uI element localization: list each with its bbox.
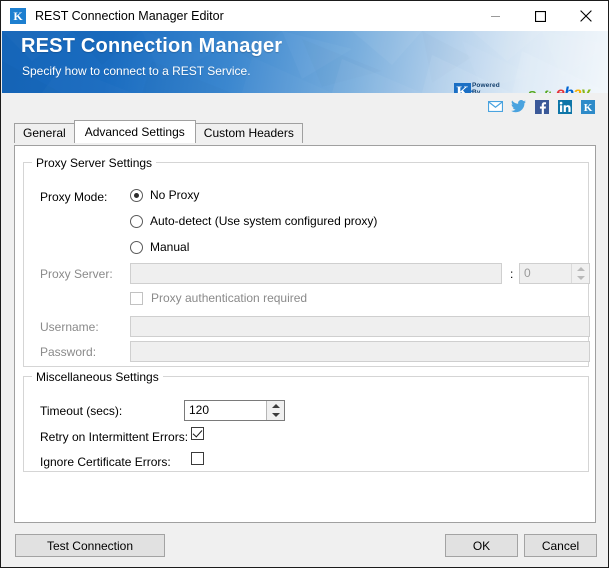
port-separator: :: [510, 267, 514, 281]
cancel-button[interactable]: Cancel: [524, 534, 597, 557]
email-icon[interactable]: [488, 99, 503, 114]
banner-subtitle: Specify how to connect to a REST Service…: [22, 64, 251, 78]
radio-auto-detect-indicator[interactable]: [130, 214, 143, 228]
twitter-icon[interactable]: [511, 99, 526, 114]
chevron-down-icon: [576, 276, 585, 281]
tab-advanced-settings[interactable]: Advanced Settings: [73, 120, 196, 143]
proxy-mode-label: Proxy Mode:: [40, 190, 108, 204]
kingswaysoft-k-mark: K: [454, 82, 471, 93]
rest-connection-manager-editor-window: K REST Connection Manager Editor REST Co…: [0, 0, 609, 568]
ignore-certificate-errors-checkbox-row[interactable]: [191, 452, 204, 465]
proxy-port-increment-button[interactable]: [572, 264, 589, 274]
timeout-spinner[interactable]: 120: [184, 400, 285, 421]
proxy-port-value[interactable]: 0: [520, 264, 571, 283]
minimize-button[interactable]: [473, 1, 518, 31]
timeout-decrement-button[interactable]: [267, 410, 284, 420]
proxy-server-input[interactable]: [130, 263, 502, 284]
proxy-server-settings-title: Proxy Server Settings: [32, 156, 157, 170]
linkedin-icon[interactable]: [557, 99, 572, 114]
banner-title: REST Connection Manager: [21, 35, 283, 57]
tab-strip: General Advanced Settings Custom Headers: [14, 120, 303, 143]
proxy-password-label: Password:: [40, 345, 97, 359]
close-icon: [579, 10, 592, 22]
title-bar: K REST Connection Manager Editor: [1, 1, 608, 31]
svg-text:K: K: [583, 102, 592, 114]
app-kingswaysoft-icon: K: [10, 8, 26, 24]
ebay-letter-a: a: [573, 85, 582, 93]
header-banner: REST Connection Manager Specify how to c…: [2, 31, 608, 93]
ebay-logo: ebay: [556, 85, 590, 93]
retry-on-intermittent-errors-checkbox-row[interactable]: [191, 427, 204, 440]
chevron-down-icon: [271, 413, 280, 418]
miscellaneous-settings-group: Miscellaneous Settings Timeout (secs): 1…: [23, 370, 589, 472]
facebook-icon[interactable]: [534, 99, 549, 114]
ignore-certificate-errors-checkbox[interactable]: [191, 452, 204, 465]
ebay-letter-e: e: [556, 85, 565, 93]
tab-panel-advanced-settings: Proxy Server Settings Proxy Mode: No Pro…: [14, 145, 596, 523]
proxy-auth-required-checkbox[interactable]: [130, 291, 143, 305]
proxy-port-spinner[interactable]: 0: [519, 263, 590, 284]
kingswaysoft-icon[interactable]: K: [580, 99, 595, 114]
close-button[interactable]: [563, 1, 608, 31]
window-controls: [473, 1, 608, 31]
tab-custom-headers[interactable]: Custom Headers: [194, 123, 303, 143]
test-connection-button[interactable]: Test Connection: [15, 534, 165, 557]
radio-no-proxy-indicator[interactable]: [130, 188, 143, 202]
proxy-port-decrement-button[interactable]: [572, 273, 589, 283]
retry-on-intermittent-errors-checkbox[interactable]: [191, 427, 204, 440]
radio-auto-detect-label: Auto-detect (Use system configured proxy…: [150, 214, 378, 228]
tab-general[interactable]: General: [14, 123, 75, 143]
ignore-certificate-errors-label: Ignore Certificate Errors:: [40, 455, 171, 469]
miscellaneous-settings-title: Miscellaneous Settings: [32, 370, 163, 384]
proxy-auth-required-label: Proxy authentication required: [151, 291, 308, 305]
timeout-label: Timeout (secs):: [40, 404, 123, 418]
proxy-username-label: Username:: [40, 320, 99, 334]
retry-on-intermittent-errors-label: Retry on Intermittent Errors:: [40, 430, 189, 444]
radio-auto-detect[interactable]: Auto-detect (Use system configured proxy…: [130, 214, 377, 228]
chevron-up-icon: [576, 266, 585, 271]
dialog-footer: Test Connection OK Cancel: [2, 524, 608, 567]
maximize-button[interactable]: [518, 1, 563, 31]
proxy-password-input[interactable]: [130, 341, 590, 362]
ebay-letter-y: y: [581, 85, 590, 93]
radio-no-proxy[interactable]: No Proxy: [130, 188, 199, 202]
proxy-username-input[interactable]: [130, 316, 590, 337]
social-links-bar: K: [1, 93, 608, 120]
window-title: REST Connection Manager Editor: [35, 9, 224, 23]
radio-manual-label: Manual: [150, 240, 190, 254]
kingswaysoft-logo: K Powered By ingsway Soft: [454, 81, 552, 93]
radio-no-proxy-label: No Proxy: [150, 188, 200, 202]
proxy-server-settings-group: Proxy Server Settings Proxy Mode: No Pro…: [23, 156, 590, 367]
timeout-spin-arrows: [266, 401, 284, 420]
maximize-icon: [535, 10, 546, 22]
timeout-value[interactable]: 120: [185, 401, 266, 420]
radio-manual[interactable]: Manual: [130, 240, 189, 254]
proxy-port-spin-arrows: [571, 264, 589, 283]
proxy-auth-required-checkbox-row[interactable]: Proxy authentication required: [130, 291, 307, 305]
radio-manual-indicator[interactable]: [130, 240, 143, 254]
chevron-up-icon: [271, 403, 280, 408]
ok-button[interactable]: OK: [445, 534, 518, 557]
timeout-increment-button[interactable]: [267, 401, 284, 411]
minimize-icon: [491, 15, 500, 17]
ebay-letter-b: b: [564, 85, 574, 93]
proxy-server-label: Proxy Server:: [40, 267, 113, 281]
